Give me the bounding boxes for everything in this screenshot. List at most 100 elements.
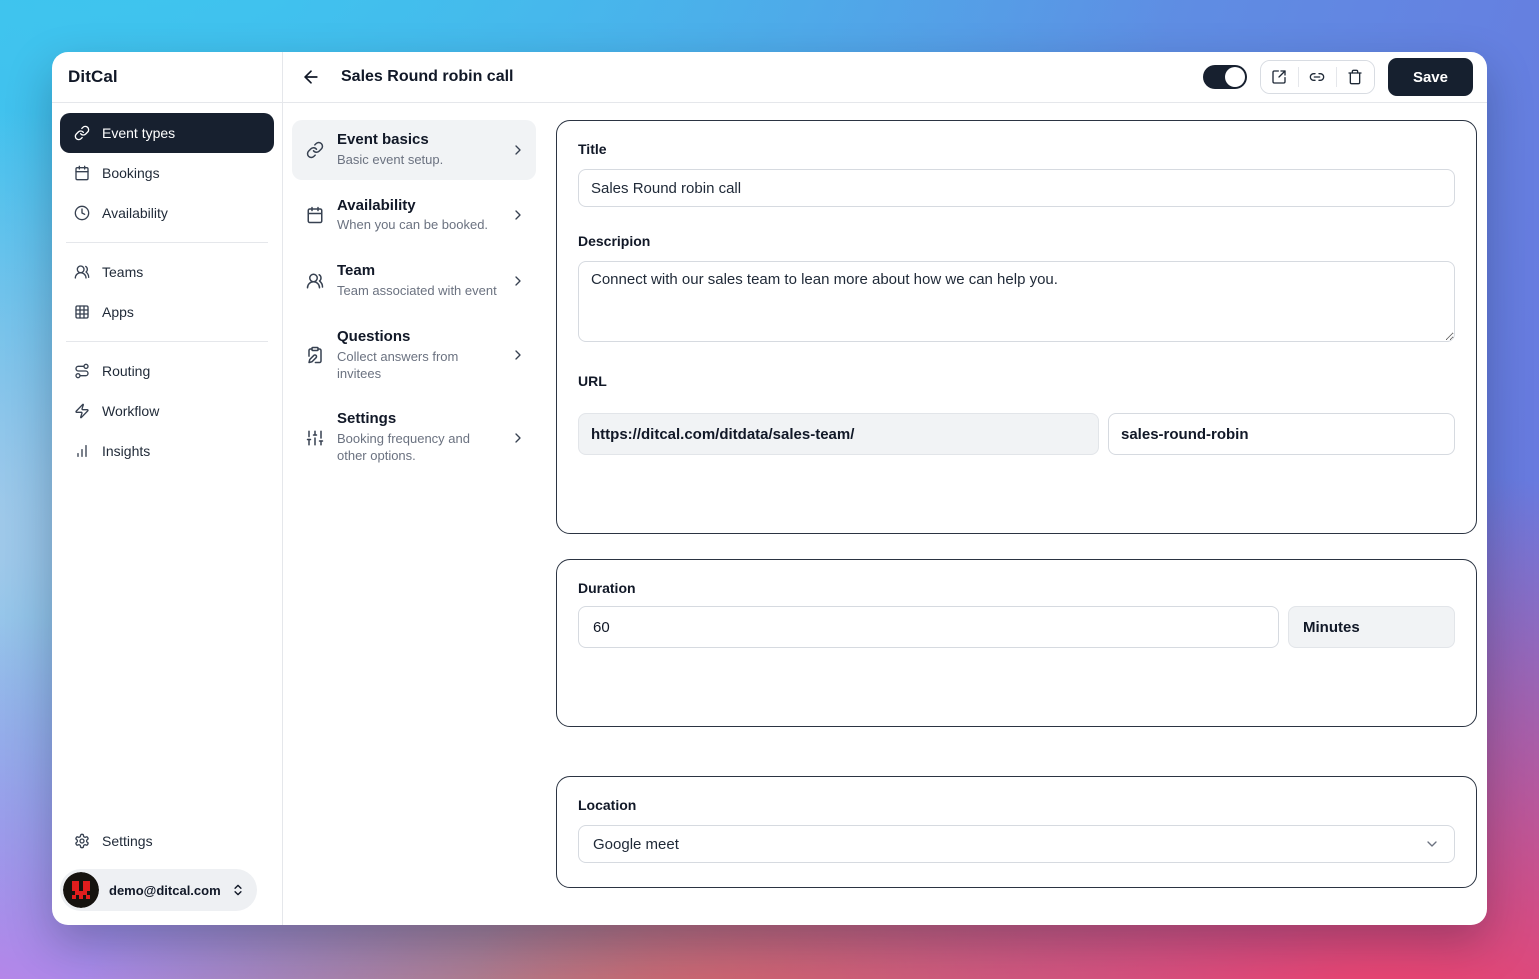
event-subnav: Event basics Basic event setup. Availabi…: [283, 103, 545, 925]
sidebar-item-event-types[interactable]: Event types: [60, 113, 274, 153]
sidebar-divider: [66, 341, 268, 342]
description-label: Descripion: [578, 233, 1455, 249]
url-label: URL: [578, 373, 1455, 389]
grid-icon: [74, 304, 90, 320]
url-row: https://ditcal.com/ditdata/sales-team/: [578, 413, 1455, 455]
app-window: DitCal Event types Bookings Availability: [52, 52, 1487, 925]
sidebar-item-label: Insights: [102, 443, 150, 459]
chevron-right-icon: [510, 142, 526, 158]
users-icon: [74, 264, 90, 280]
external-link-icon: [1271, 69, 1287, 85]
brand-logo: DitCal: [68, 67, 118, 87]
subnav-text: Team Team associated with event: [337, 262, 497, 300]
users-icon: [306, 272, 324, 290]
title-input[interactable]: [578, 169, 1455, 207]
bar-chart-icon: [74, 443, 90, 459]
chevron-right-icon: [510, 207, 526, 223]
sidebar-item-availability[interactable]: Availability: [60, 193, 274, 233]
subnav-item-settings[interactable]: Settings Booking frequency and other opt…: [292, 399, 536, 476]
sidebar-item-label: Workflow: [102, 403, 159, 419]
subnav-text: Questions Collect answers from invitees: [337, 328, 497, 383]
sidebar-nav: Event types Bookings Availability Team: [52, 103, 282, 471]
subnav-subtitle: Booking frequency and other options.: [337, 431, 497, 465]
sidebar-item-settings[interactable]: Settings: [60, 821, 274, 861]
chevron-right-icon: [510, 347, 526, 363]
page-title: Sales Round robin call: [341, 68, 513, 86]
toggle-knob: [1225, 67, 1245, 87]
location-label: Location: [578, 797, 1455, 813]
event-form: Title Descripion Connect with our sales …: [545, 103, 1487, 925]
chevron-down-icon: [1424, 836, 1440, 852]
copy-link-button[interactable]: [1299, 61, 1336, 93]
title-label: Title: [578, 141, 1455, 157]
location-select[interactable]: Google meet: [578, 825, 1455, 863]
avatar: [63, 872, 99, 908]
location-panel: Location Google meet: [556, 776, 1477, 888]
clipboard-pen-icon: [306, 346, 324, 364]
account-email: demo@ditcal.com: [109, 883, 221, 898]
subnav-title: Availability: [337, 197, 497, 216]
chevron-right-icon: [510, 273, 526, 289]
subnav-title: Settings: [337, 410, 497, 429]
duration-input[interactable]: [578, 606, 1279, 648]
duration-label: Duration: [578, 580, 1455, 596]
sidebar-item-teams[interactable]: Teams: [60, 252, 274, 292]
sidebar: DitCal Event types Bookings Availability: [52, 52, 283, 925]
route-icon: [74, 363, 90, 379]
subnav-title: Team: [337, 262, 497, 281]
subnav-title: Questions: [337, 328, 497, 347]
preview-button[interactable]: [1261, 61, 1298, 93]
subnav-item-team[interactable]: Team Team associated with event: [292, 251, 536, 311]
header-actions: Save: [1203, 58, 1473, 96]
chevrons-up-down-icon: [231, 883, 245, 897]
subnav-text: Event basics Basic event setup.: [337, 131, 497, 169]
sidebar-bottom: Settings demo@ditcal.com: [52, 821, 282, 925]
sidebar-item-label: Apps: [102, 304, 134, 320]
calendar-icon: [74, 165, 90, 181]
subnav-subtitle: Team associated with event: [337, 283, 497, 300]
subnav-subtitle: Basic event setup.: [337, 152, 497, 169]
subnav-title: Event basics: [337, 131, 497, 150]
event-enabled-toggle[interactable]: [1203, 65, 1247, 89]
sidebar-header: DitCal: [52, 52, 282, 103]
url-prefix: https://ditcal.com/ditdata/sales-team/: [578, 413, 1099, 455]
subnav-text: Availability When you can be booked.: [337, 197, 497, 235]
account-switcher[interactable]: demo@ditcal.com: [60, 869, 257, 911]
save-button[interactable]: Save: [1388, 58, 1473, 96]
sidebar-item-label: Teams: [102, 264, 143, 280]
sidebar-item-label: Event types: [102, 125, 175, 141]
sidebar-item-bookings[interactable]: Bookings: [60, 153, 274, 193]
subnav-item-availability[interactable]: Availability When you can be booked.: [292, 186, 536, 246]
page-header: Sales Round robin call: [283, 52, 1487, 103]
clock-icon: [74, 205, 90, 221]
sidebar-item-label: Bookings: [102, 165, 160, 181]
sliders-icon: [306, 429, 324, 447]
subnav-text: Settings Booking frequency and other opt…: [337, 410, 497, 465]
sidebar-item-insights[interactable]: Insights: [60, 431, 274, 471]
duration-panel: Duration Minutes: [556, 559, 1477, 727]
calendar-icon: [306, 206, 324, 224]
sidebar-item-routing[interactable]: Routing: [60, 351, 274, 391]
sidebar-item-workflow[interactable]: Workflow: [60, 391, 274, 431]
duration-row: Minutes: [578, 606, 1455, 648]
sidebar-item-label: Availability: [102, 205, 168, 221]
delete-button[interactable]: [1337, 61, 1374, 93]
sidebar-divider: [66, 242, 268, 243]
event-action-group: [1260, 60, 1375, 94]
duration-unit: Minutes: [1288, 606, 1455, 648]
location-value: Google meet: [593, 836, 679, 853]
link-icon: [1309, 69, 1325, 85]
sidebar-item-apps[interactable]: Apps: [60, 292, 274, 332]
subnav-item-questions[interactable]: Questions Collect answers from invitees: [292, 317, 536, 394]
sidebar-item-label: Settings: [102, 833, 153, 849]
gear-icon: [74, 833, 90, 849]
sidebar-item-label: Routing: [102, 363, 150, 379]
link-icon: [74, 125, 90, 141]
description-textarea[interactable]: Connect with our sales team to lean more…: [578, 261, 1455, 342]
basics-panel: Title Descripion Connect with our sales …: [556, 120, 1477, 534]
subnav-item-event-basics[interactable]: Event basics Basic event setup.: [292, 120, 536, 180]
link-icon: [306, 141, 324, 159]
url-slug-input[interactable]: [1108, 413, 1455, 455]
back-button[interactable]: [295, 61, 327, 93]
subnav-subtitle: Collect answers from invitees: [337, 349, 497, 383]
